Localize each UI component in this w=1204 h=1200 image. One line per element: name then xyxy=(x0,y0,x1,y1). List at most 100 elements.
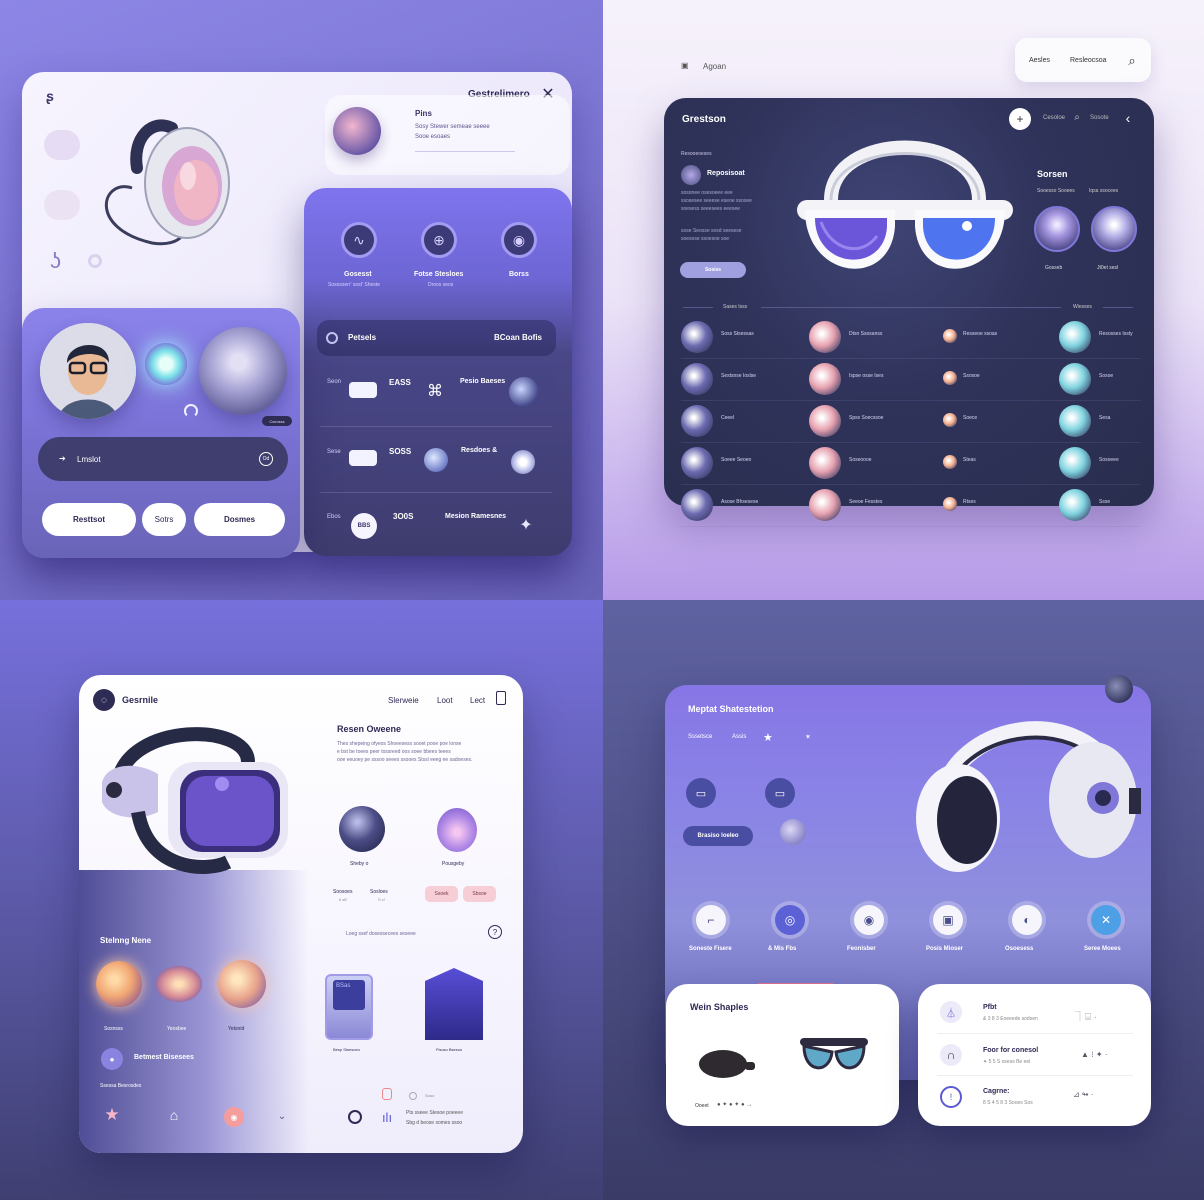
pill-icon xyxy=(382,1088,392,1100)
list-right: BCoan Bofis xyxy=(494,333,542,342)
mini-label: Soosoes xyxy=(333,889,353,895)
grid-avatar[interactable] xyxy=(681,405,713,437)
chevron-down-icon[interactable]: ⌄ xyxy=(276,1110,288,1122)
feature-icon[interactable]: ◐ xyxy=(1012,905,1042,935)
resttsot-button[interactable]: Resttsot xyxy=(42,503,136,536)
profile-sub: Ssessa Besrosdes xyxy=(100,1083,142,1089)
feature-icon[interactable]: ◎ xyxy=(775,905,805,935)
grid-avatar[interactable] xyxy=(809,405,841,437)
feature-icon[interactable]: ▣ xyxy=(933,905,963,935)
search-icon[interactable]: ⌕ xyxy=(1125,53,1139,68)
grid-avatar[interactable] xyxy=(809,489,841,521)
grid-avatar[interactable] xyxy=(1059,405,1091,437)
row-toggle[interactable] xyxy=(349,450,377,466)
list-actions[interactable]: ▲ ⁝ ✦ · xyxy=(1081,1050,1108,1059)
icon-gosesst[interactable]: ∿ xyxy=(341,222,377,258)
list-title: Foor for conesol xyxy=(983,1047,1039,1054)
row-label: Ebos xyxy=(327,514,341,520)
grid-avatar[interactable] xyxy=(809,321,841,353)
grid-label: Soeee Seoeo xyxy=(721,457,752,463)
grid-avatar[interactable] xyxy=(1059,489,1091,521)
add-icon[interactable]: + xyxy=(1009,108,1031,130)
row-value: EASS xyxy=(389,378,411,387)
top-link[interactable]: Cesoloe xyxy=(1043,115,1065,121)
headset-icon[interactable]: ∩ xyxy=(940,1044,962,1066)
grid-label: Spss Soecssoe xyxy=(849,415,884,421)
grid-avatar[interactable] xyxy=(809,363,841,395)
orb-icon[interactable] xyxy=(339,806,385,852)
nav-aesles[interactable]: Aesles xyxy=(1029,57,1050,64)
monitor-icon[interactable]: ▭ xyxy=(686,778,716,808)
sub-link[interactable]: Sssetsce xyxy=(688,734,712,740)
feature-label: Feonisber xyxy=(847,946,876,952)
search-icon[interactable]: ⌕ xyxy=(1071,111,1083,123)
orb-icon xyxy=(424,448,448,472)
chip-sbsoe[interactable]: Sbsoe xyxy=(463,886,496,902)
planet-icon[interactable] xyxy=(96,961,142,1007)
icon-borss[interactable]: ◉ xyxy=(501,222,537,258)
search-btn[interactable]: Od xyxy=(259,452,273,466)
avatar xyxy=(681,165,701,185)
monitor-icon[interactable]: ▭ xyxy=(765,778,795,808)
list-actions[interactable]: ⊿ ↬ · xyxy=(1073,1090,1094,1099)
tag-pill[interactable]: Brasiso Ioeleo xyxy=(683,826,753,846)
star-icon[interactable]: ★ xyxy=(102,1105,122,1125)
grid-label: Steas xyxy=(963,457,976,463)
sub-link[interactable]: Assis xyxy=(732,734,746,740)
chevron-left-icon[interactable]: ‹ xyxy=(1121,110,1135,126)
grid-avatar[interactable] xyxy=(943,497,957,511)
section-right: Wiesses xyxy=(1073,304,1092,310)
grid-avatar[interactable] xyxy=(943,413,957,427)
list-actions[interactable]: ⏋⌸ · xyxy=(1075,1008,1097,1023)
nav-loot[interactable]: Loot xyxy=(437,696,453,705)
planet-icon[interactable] xyxy=(218,960,266,1008)
nav-resleocsoa[interactable]: Resleocsoa xyxy=(1070,57,1107,64)
grid-avatar[interactable] xyxy=(681,489,713,521)
pin-icon[interactable]: ⏃ xyxy=(940,1001,962,1023)
orb-icon xyxy=(511,450,535,474)
portal-card[interactable] xyxy=(425,968,483,1040)
ring-icon[interactable] xyxy=(348,1110,362,1124)
grid-label: Resosses Issty xyxy=(1099,331,1133,337)
sotrs-button[interactable]: Sotrs xyxy=(142,503,186,536)
record-icon[interactable]: ◉ xyxy=(224,1107,244,1127)
feature-icon[interactable]: ◉ xyxy=(854,905,884,935)
planet-icon[interactable] xyxy=(156,966,202,1002)
grid-avatar[interactable] xyxy=(943,329,957,343)
potion-icon[interactable] xyxy=(437,808,477,852)
grid-avatar[interactable] xyxy=(943,371,957,385)
row-badge[interactable]: BBS xyxy=(351,513,377,539)
gem-icon: ✦ xyxy=(519,517,533,534)
avatar[interactable] xyxy=(1034,206,1080,252)
body-line: e bst be toees peer tossreed oos soee bb… xyxy=(337,749,451,755)
info-title: Reposisoat xyxy=(707,170,745,177)
grid-avatar[interactable] xyxy=(1059,363,1091,395)
cta-button[interactable]: Sosiss xyxy=(680,262,746,278)
bookmark-icon[interactable] xyxy=(496,691,506,705)
feature-icon[interactable]: ✕ xyxy=(1091,905,1121,935)
mushroom-icon[interactable]: ⌂ xyxy=(164,1105,184,1125)
dosmes-button[interactable]: Dosmes xyxy=(194,503,285,536)
grid-avatar[interactable] xyxy=(943,455,957,469)
grid-avatar[interactable] xyxy=(1059,447,1091,479)
nav-slerweie[interactable]: Slerweie xyxy=(388,696,419,705)
search-icon: ➔ xyxy=(59,454,66,463)
nav-lect[interactable]: Lect xyxy=(470,696,485,705)
grid-avatar[interactable] xyxy=(681,321,713,353)
info-line: sose Seosse sosd seesese xyxy=(681,228,742,234)
feature-icon[interactable]: ⌐ xyxy=(696,905,726,935)
grid-avatar[interactable] xyxy=(1059,321,1091,353)
grid-avatar[interactable] xyxy=(809,447,841,479)
help-icon[interactable]: ? xyxy=(488,925,502,939)
nav-left[interactable]: Agoan xyxy=(703,62,726,71)
chip-ssoek[interactable]: Ssoek xyxy=(425,886,458,902)
chart-icon[interactable]: ılı xyxy=(380,1110,394,1125)
search-bar[interactable] xyxy=(38,437,288,481)
top-link[interactable]: Sosote xyxy=(1090,115,1109,121)
grid-avatar[interactable] xyxy=(681,447,713,479)
row-toggle[interactable] xyxy=(349,382,377,398)
info-icon[interactable]: ! xyxy=(940,1086,962,1108)
grid-avatar[interactable] xyxy=(681,363,713,395)
avatar[interactable] xyxy=(1091,206,1137,252)
icon-fotse[interactable]: ⊕ xyxy=(421,222,457,258)
